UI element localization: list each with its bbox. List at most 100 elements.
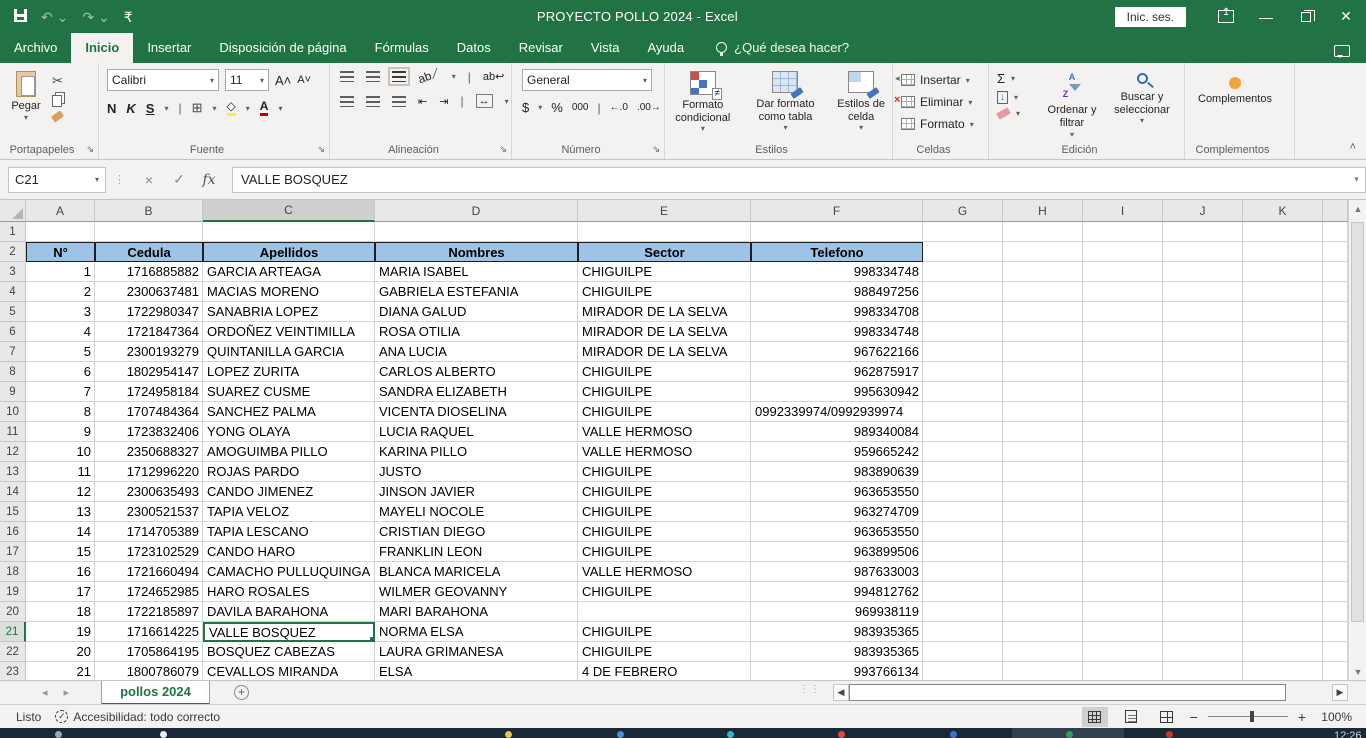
ribbon-display-options-icon[interactable] — [1206, 0, 1246, 33]
cell-F16[interactable]: 963653550 — [751, 522, 923, 542]
cell-A19[interactable]: 17 — [26, 582, 95, 602]
cell-G19[interactable] — [923, 582, 1003, 602]
vertical-scrollbar[interactable]: ▲ ▼ — [1348, 200, 1366, 680]
scroll-down-icon[interactable]: ▼ — [1349, 663, 1366, 680]
sort-filter-button[interactable]: AZ Ordenar y filtrar▾ — [1039, 69, 1105, 147]
cell-C7[interactable]: QUINTANILLA GARCIA — [203, 342, 375, 362]
cell-F11[interactable]: 989340084 — [751, 422, 923, 442]
row-header-1[interactable]: 1 — [0, 222, 26, 242]
cell-A21[interactable]: 19 — [26, 622, 95, 642]
cell-B9[interactable]: 1724958184 — [95, 382, 203, 402]
cell-I16[interactable] — [1083, 522, 1163, 542]
accessibility-status[interactable]: ✓ Accesibilidad: todo correcto — [55, 710, 220, 724]
cell-E18[interactable]: VALLE HERMOSO — [578, 562, 751, 582]
taskbar-app-icon[interactable] — [55, 731, 62, 738]
cell-J11[interactable] — [1163, 422, 1243, 442]
cell-C4[interactable]: MACIAS MORENO — [203, 282, 375, 302]
cell-A14[interactable]: 12 — [26, 482, 95, 502]
cell-D11[interactable]: LUCIA RAQUEL — [375, 422, 578, 442]
cell-filler20[interactable] — [1323, 602, 1348, 622]
next-sheet-icon[interactable]: ▸ — [64, 686, 70, 699]
tab-insertar[interactable]: Insertar — [133, 33, 205, 63]
column-header-A[interactable]: A — [26, 200, 95, 222]
cell-I7[interactable] — [1083, 342, 1163, 362]
cell-A17[interactable]: 15 — [26, 542, 95, 562]
cell-B16[interactable]: 1714705389 — [95, 522, 203, 542]
cell-E4[interactable]: CHIGUILPE — [578, 282, 751, 302]
cell-C8[interactable]: LOPEZ ZURITA — [203, 362, 375, 382]
cell-H4[interactable] — [1003, 282, 1083, 302]
dialog-launcher-fuente[interactable]: ⇘ — [317, 144, 325, 155]
cell-D17[interactable]: FRANKLIN LEON — [375, 542, 578, 562]
tell-me-search[interactable]: ¿Qué desea hacer? — [716, 40, 849, 63]
cell-A1[interactable] — [26, 222, 95, 242]
new-sheet-icon[interactable]: + — [234, 685, 249, 700]
cell-I18[interactable] — [1083, 562, 1163, 582]
cell-A4[interactable]: 2 — [26, 282, 95, 302]
cell-E5[interactable]: MIRADOR DE LA SELVA — [578, 302, 751, 322]
fill-icon[interactable]: ↓▾ — [997, 91, 1039, 104]
row-header-6[interactable]: 6 — [0, 322, 26, 342]
cell-J8[interactable] — [1163, 362, 1243, 382]
cell-H3[interactable] — [1003, 262, 1083, 282]
cell-K6[interactable] — [1243, 322, 1323, 342]
cell-D8[interactable]: CARLOS ALBERTO — [375, 362, 578, 382]
zoom-in-icon[interactable]: + — [1298, 709, 1306, 725]
cell-D13[interactable]: JUSTO — [375, 462, 578, 482]
cell-E2[interactable]: Sector — [578, 242, 751, 262]
taskbar-app-icon[interactable] — [950, 731, 957, 738]
cell-J23[interactable] — [1163, 662, 1243, 680]
cell-I1[interactable] — [1083, 222, 1163, 242]
addins-button[interactable]: Complementos — [1185, 69, 1285, 147]
cell-F9[interactable]: 995630942 — [751, 382, 923, 402]
cell-D4[interactable]: GABRIELA ESTEFANIA — [375, 282, 578, 302]
cell-D6[interactable]: ROSA OTILIA — [375, 322, 578, 342]
cell-E1[interactable] — [578, 222, 751, 242]
cell-A16[interactable]: 14 — [26, 522, 95, 542]
cell-B20[interactable]: 1722185897 — [95, 602, 203, 622]
cell-J17[interactable] — [1163, 542, 1243, 562]
zoom-out-icon[interactable]: − — [1190, 709, 1198, 725]
cell-filler18[interactable] — [1323, 562, 1348, 582]
taskbar-app-icon[interactable] — [617, 731, 624, 738]
percent-format-icon[interactable]: % — [551, 100, 563, 115]
dialog-launcher-numero[interactable]: ⇘ — [652, 144, 660, 155]
cell-D2[interactable]: Nombres — [375, 242, 578, 262]
cell-K11[interactable] — [1243, 422, 1323, 442]
cell-D3[interactable]: MARIA ISABEL — [375, 262, 578, 282]
cell-K1[interactable] — [1243, 222, 1323, 242]
customize-qat-icon[interactable]: ₹ — [124, 10, 133, 24]
scroll-left-icon[interactable]: ◀ — [833, 684, 849, 701]
align-middle-icon[interactable] — [366, 71, 380, 82]
cell-G20[interactable] — [923, 602, 1003, 622]
cell-J3[interactable] — [1163, 262, 1243, 282]
align-center-icon[interactable] — [366, 96, 380, 107]
row-header-21[interactable]: 21 — [0, 622, 26, 642]
column-header-K[interactable]: K — [1243, 200, 1323, 222]
cell-E21[interactable]: CHIGUILPE — [578, 622, 751, 642]
decrease-indent-icon[interactable]: ⇤ — [418, 95, 427, 108]
zoom-slider[interactable] — [1208, 716, 1288, 717]
orientation-icon[interactable]: ab⟋ — [416, 66, 442, 88]
wrap-text-icon[interactable]: ab↩ — [483, 70, 504, 83]
tab-datos[interactable]: Datos — [443, 33, 505, 63]
cell-I4[interactable] — [1083, 282, 1163, 302]
cell-E14[interactable]: CHIGUILPE — [578, 482, 751, 502]
cell-I6[interactable] — [1083, 322, 1163, 342]
cell-J20[interactable] — [1163, 602, 1243, 622]
cell-filler1[interactable] — [1323, 222, 1348, 242]
save-icon[interactable] — [14, 9, 27, 24]
cell-D7[interactable]: ANA LUCIA — [375, 342, 578, 362]
insert-function-icon[interactable]: fx — [194, 172, 224, 188]
cell-E6[interactable]: MIRADOR DE LA SELVA — [578, 322, 751, 342]
cell-K3[interactable] — [1243, 262, 1323, 282]
row-header-19[interactable]: 19 — [0, 582, 26, 602]
cell-filler4[interactable] — [1323, 282, 1348, 302]
tab-formulas[interactable]: Fórmulas — [361, 33, 443, 63]
cell-J6[interactable] — [1163, 322, 1243, 342]
tab-inicio[interactable]: Inicio — [71, 33, 133, 63]
column-header-E[interactable]: E — [578, 200, 751, 222]
taskbar-app-icon[interactable] — [727, 731, 734, 738]
page-layout-view-button[interactable] — [1118, 707, 1144, 727]
cell-H6[interactable] — [1003, 322, 1083, 342]
